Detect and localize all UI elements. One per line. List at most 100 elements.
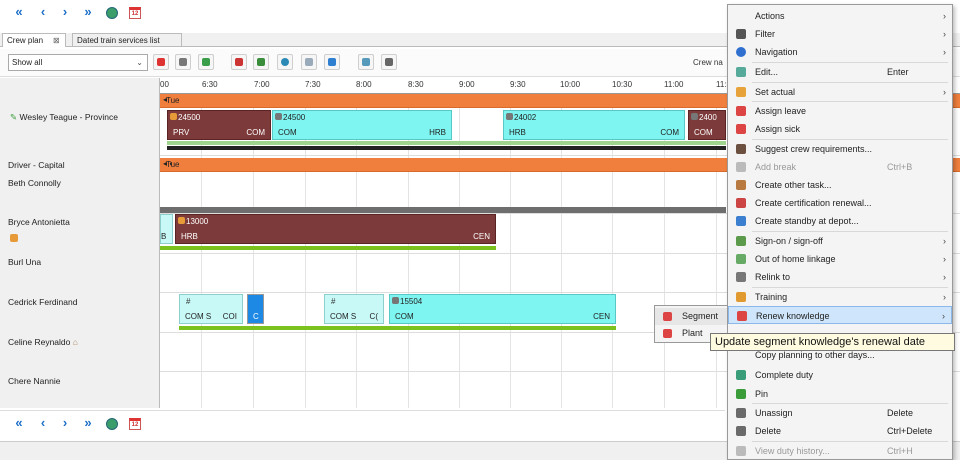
training-icon bbox=[736, 292, 746, 302]
task-block-selected[interactable]: C bbox=[247, 294, 264, 324]
task-from: COM bbox=[694, 128, 713, 137]
train-task[interactable]: B bbox=[160, 214, 173, 244]
context-menu: Actions › Filter › Navigation › Edit... Ente… bbox=[727, 4, 953, 460]
task-block[interactable]: # COM S C( bbox=[324, 294, 384, 324]
menu-label: Training bbox=[755, 292, 788, 302]
crew-name: Chere Nannie bbox=[8, 376, 61, 386]
pin-grey-icon[interactable] bbox=[175, 54, 191, 70]
calendar-icon[interactable]: 12 bbox=[129, 418, 141, 430]
menu-item-view-duty-history[interactable]: View duty history... Ctrl+H bbox=[728, 442, 952, 460]
menu-label: Set actual bbox=[755, 87, 796, 97]
menu-item-create-other-task[interactable]: Create other task... bbox=[728, 176, 952, 194]
task-from: COM bbox=[395, 312, 414, 321]
segment-icon bbox=[663, 312, 672, 321]
train-task[interactable]: 24500 COM HRB bbox=[272, 110, 452, 140]
funnel-icon bbox=[736, 29, 746, 39]
menu-item-pin[interactable]: Pin bbox=[728, 385, 952, 403]
time-tick: 8:00 bbox=[356, 80, 372, 89]
cross-icon[interactable] bbox=[231, 54, 247, 70]
menu-shortcut: Ctrl+H bbox=[887, 446, 913, 456]
submenu-item-segment[interactable]: Segment bbox=[655, 308, 727, 325]
train-task[interactable]: 24002 HRB COM bbox=[503, 110, 685, 140]
link-icon[interactable] bbox=[301, 54, 317, 70]
submenu-label: Segment bbox=[682, 311, 719, 321]
double-left-arrow-icon[interactable]: « bbox=[11, 415, 27, 431]
pin-red-icon[interactable] bbox=[153, 54, 169, 70]
calendar-icon[interactable]: 12 bbox=[129, 7, 141, 19]
crew-list: ✎ Wesley Teague - Province Driver - Capi… bbox=[0, 78, 160, 408]
crew-row-label[interactable]: Driver - Capital bbox=[8, 160, 65, 170]
menu-item-add-break[interactable]: Add break Ctrl+B bbox=[728, 158, 952, 176]
crew-row-label[interactable]: Bryce Antonietta bbox=[8, 217, 70, 227]
menu-item-delete[interactable]: Delete Ctrl+Delete bbox=[728, 422, 952, 440]
menu-label: Create standby at depot... bbox=[755, 216, 859, 226]
chevron-right-icon: › bbox=[943, 254, 946, 264]
pin-icon bbox=[736, 389, 746, 399]
globe-icon[interactable] bbox=[106, 7, 118, 19]
menu-item-sign-on-off[interactable]: Sign-on / sign-off › bbox=[728, 232, 952, 250]
train-icon bbox=[275, 113, 282, 120]
menu-item-suggest-crew[interactable]: Suggest crew requirements... bbox=[728, 140, 952, 158]
double-left-arrow-icon[interactable]: « bbox=[11, 4, 27, 20]
filter-select[interactable]: Show all ⌄ bbox=[8, 54, 148, 71]
menu-item-complete-duty[interactable]: Complete duty bbox=[728, 366, 952, 384]
task-hash: # bbox=[331, 297, 336, 306]
task-from: COM S bbox=[185, 312, 212, 321]
crew-row-label[interactable]: Beth Connolly bbox=[8, 178, 61, 188]
menu-item-renew-knowledge[interactable]: Renew knowledge › bbox=[728, 306, 952, 324]
train-task[interactable]: 24500 PRV COM bbox=[167, 110, 271, 140]
layout-icon[interactable] bbox=[198, 54, 214, 70]
right-arrow-icon[interactable]: › bbox=[57, 415, 73, 431]
tab-crew-plan[interactable]: Crew plan ⊠ bbox=[2, 33, 66, 47]
chevron-right-icon: › bbox=[943, 29, 946, 39]
tooltip: Update segment knowledge's renewal date bbox=[710, 333, 955, 351]
chevron-right-icon: › bbox=[943, 47, 946, 57]
menu-item-out-of-home[interactable]: Out of home linkage › bbox=[728, 250, 952, 268]
note-icon[interactable] bbox=[358, 54, 374, 70]
knowledge-icon bbox=[737, 311, 747, 321]
crew-name: Bryce Antonietta bbox=[8, 217, 70, 227]
menu-item-filter[interactable]: Filter › bbox=[728, 25, 952, 43]
menu-item-actions[interactable]: Actions › bbox=[728, 7, 952, 25]
task-block[interactable]: # COM S COI bbox=[179, 294, 243, 324]
right-arrow-icon[interactable]: › bbox=[57, 4, 73, 20]
refresh-icon[interactable] bbox=[277, 54, 293, 70]
relink-icon bbox=[736, 272, 746, 282]
navigation-icon bbox=[736, 47, 746, 57]
close-icon[interactable]: ⊠ bbox=[53, 36, 60, 45]
menu-item-certification-renewal[interactable]: Create certification renewal... bbox=[728, 194, 952, 212]
train-task[interactable]: 13000 HRB CEN bbox=[175, 214, 496, 244]
menu-item-navigation[interactable]: Navigation › bbox=[728, 43, 952, 61]
task-to: CEN bbox=[593, 312, 610, 321]
funnel-icon[interactable] bbox=[381, 54, 397, 70]
menu-item-create-standby[interactable]: Create standby at depot... bbox=[728, 212, 952, 230]
double-right-arrow-icon[interactable]: » bbox=[80, 415, 96, 431]
train-task[interactable]: 15504 COM CEN bbox=[389, 294, 616, 324]
task-from: B bbox=[161, 232, 167, 241]
time-tick: 6:30 bbox=[202, 80, 218, 89]
menu-item-edit[interactable]: Edit... Enter bbox=[728, 63, 952, 81]
crew-row-label[interactable]: Celine Reynaldo ⌂ bbox=[8, 337, 78, 347]
menu-item-training[interactable]: Training › bbox=[728, 288, 952, 306]
menu-item-assign-sick[interactable]: Assign sick bbox=[728, 120, 952, 138]
menu-item-assign-leave[interactable]: Assign leave bbox=[728, 102, 952, 120]
menu-item-relink[interactable]: Relink to › bbox=[728, 268, 952, 286]
left-arrow-icon[interactable]: ‹ bbox=[35, 415, 51, 431]
crew-row-label[interactable]: Burl Una bbox=[8, 257, 41, 267]
left-arrow-icon[interactable]: ‹ bbox=[35, 4, 51, 20]
menu-item-unassign[interactable]: Unassign Delete bbox=[728, 404, 952, 422]
globe-icon[interactable] bbox=[106, 418, 118, 430]
double-right-arrow-icon[interactable]: » bbox=[80, 4, 96, 20]
menu-item-set-actual[interactable]: Set actual › bbox=[728, 83, 952, 101]
crew-row-label[interactable]: Chere Nannie bbox=[8, 376, 60, 386]
crew-row-label[interactable]: ✎ Wesley Teague - Province bbox=[10, 112, 118, 123]
crew-row-label[interactable]: Cedrick Ferdinand bbox=[8, 297, 77, 307]
menu-label: Navigation bbox=[755, 47, 798, 57]
train-task[interactable]: 2400 COM bbox=[688, 110, 726, 140]
merge-icon[interactable] bbox=[253, 54, 269, 70]
chevron-right-icon: › bbox=[943, 272, 946, 282]
trash-icon bbox=[736, 426, 746, 436]
tab-dated-train-services[interactable]: Dated train services list bbox=[72, 33, 182, 47]
puzzle-icon[interactable] bbox=[324, 54, 340, 70]
chevron-right-icon: › bbox=[942, 311, 945, 321]
